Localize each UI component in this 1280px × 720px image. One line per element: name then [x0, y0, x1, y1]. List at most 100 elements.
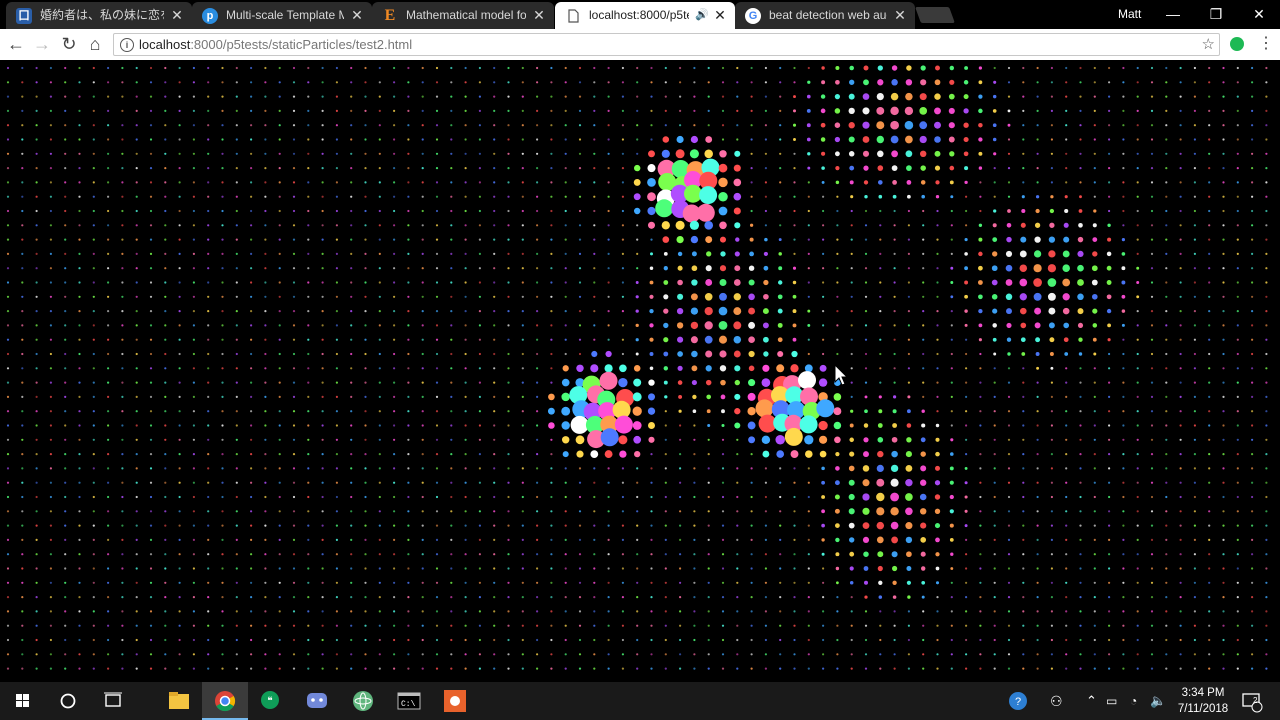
chrome-taskbar-button[interactable] [202, 682, 248, 720]
particle [1208, 81, 1211, 84]
particle [562, 451, 569, 458]
chevron-up-icon[interactable]: ⌃ [1086, 682, 1097, 720]
particle [49, 596, 53, 599]
particle [292, 152, 296, 155]
wifi-icon[interactable]: ◔ [1130, 682, 1137, 720]
system-clock[interactable]: 3:34 PM 7/11/2018 [1170, 685, 1236, 717]
particle [135, 410, 138, 413]
window-close-icon[interactable]: ✕ [1242, 0, 1276, 28]
extension-icon[interactable] [1230, 37, 1244, 51]
particle [364, 267, 367, 270]
particle [478, 167, 481, 170]
particle [49, 238, 53, 241]
particle [393, 424, 396, 427]
particle [965, 553, 968, 556]
tab-3[interactable]: E Mathematical model for ✕ [372, 2, 554, 29]
particle [107, 352, 110, 356]
people-icon[interactable]: ⚇ [1050, 682, 1063, 720]
battery-icon[interactable]: ▭ [1106, 682, 1117, 720]
particle [221, 295, 224, 298]
close-icon[interactable]: ✕ [350, 2, 364, 29]
notification-center-icon[interactable]: 2 [1240, 682, 1264, 720]
particle [748, 265, 755, 271]
hangouts-button[interactable]: ❝ [248, 682, 294, 720]
particle [836, 338, 839, 341]
menu-icon[interactable]: ⋮ [1258, 33, 1274, 55]
particle [1049, 208, 1055, 214]
particle [1108, 66, 1111, 70]
particle [292, 610, 296, 613]
particle [849, 65, 854, 71]
atom-button[interactable] [340, 682, 386, 720]
reload-icon[interactable]: ↻ [57, 32, 81, 56]
particle [1122, 553, 1125, 556]
tab-1[interactable]: 囗 婚約者は、私の妹に恋をす ✕ [6, 2, 192, 29]
particle [35, 638, 38, 642]
address-url[interactable]: localhost:8000/p5tests/staticParticles/t… [139, 34, 412, 55]
help-icon[interactable]: ? [1006, 682, 1030, 720]
close-icon[interactable]: ✕ [893, 2, 907, 29]
particle [879, 638, 882, 642]
info-icon[interactable]: i [120, 38, 134, 52]
start-button[interactable] [0, 682, 46, 720]
file-explorer-button[interactable] [156, 682, 202, 720]
particle [607, 310, 610, 313]
particle [464, 367, 467, 370]
particle [1078, 222, 1083, 228]
particle [121, 224, 124, 227]
particle [1208, 424, 1211, 427]
profile-name[interactable]: Matt [1118, 0, 1141, 28]
speaker-icon[interactable]: 🔊 [695, 2, 709, 29]
close-icon[interactable]: ✕ [532, 2, 546, 29]
particle [207, 581, 210, 584]
close-icon[interactable]: ✕ [713, 2, 727, 29]
particle [221, 152, 224, 155]
particle [1036, 424, 1039, 427]
particle [1022, 395, 1025, 398]
particle [450, 281, 453, 284]
particle [935, 437, 940, 442]
address-bar[interactable]: i localhost:8000/p5tests/staticParticles… [113, 33, 1220, 56]
media-app-button[interactable] [432, 682, 478, 720]
particle [561, 406, 571, 416]
forward-icon[interactable]: → [30, 32, 54, 56]
particle [650, 667, 653, 670]
discord-button[interactable] [294, 682, 340, 720]
particle [307, 467, 310, 470]
terminal-button[interactable]: C:\ [386, 682, 432, 720]
cortana-button[interactable] [46, 682, 92, 720]
tab-5[interactable]: G beat detection web audio ✕ [735, 2, 915, 29]
home-icon[interactable]: ⌂ [83, 32, 107, 56]
restore-icon[interactable]: ❐ [1199, 0, 1233, 28]
particle [1033, 264, 1042, 273]
particle [550, 295, 553, 298]
particle [378, 338, 381, 341]
particle [718, 191, 728, 202]
particle [335, 596, 338, 599]
new-tab-button[interactable] [915, 7, 955, 23]
close-icon[interactable]: ✕ [170, 2, 184, 29]
volume-icon[interactable]: 🔈 [1150, 682, 1166, 720]
particle [1208, 195, 1211, 198]
particle [235, 653, 238, 656]
particle [1050, 381, 1053, 384]
tab-2[interactable]: p Multi-scale Template Ma ✕ [192, 2, 372, 29]
particle [364, 653, 367, 656]
task-view-button[interactable] [90, 682, 136, 720]
particle [235, 152, 238, 155]
particle [636, 638, 639, 642]
particle [635, 295, 639, 299]
p5-canvas[interactable] [0, 60, 1280, 682]
particle [78, 267, 81, 270]
back-icon[interactable]: ← [4, 32, 28, 56]
bookmark-star-icon[interactable]: ☆ [1202, 34, 1215, 55]
particle [784, 427, 803, 446]
particle [1222, 66, 1225, 70]
particle [807, 567, 810, 570]
minimize-icon[interactable]: — [1156, 0, 1190, 28]
tab-4-active[interactable]: localhost:8000/p5tests 🔊 ✕ [555, 2, 735, 29]
particle [407, 66, 410, 70]
particle [21, 252, 24, 255]
particle [350, 81, 353, 84]
cortana-circle-icon [60, 693, 76, 709]
